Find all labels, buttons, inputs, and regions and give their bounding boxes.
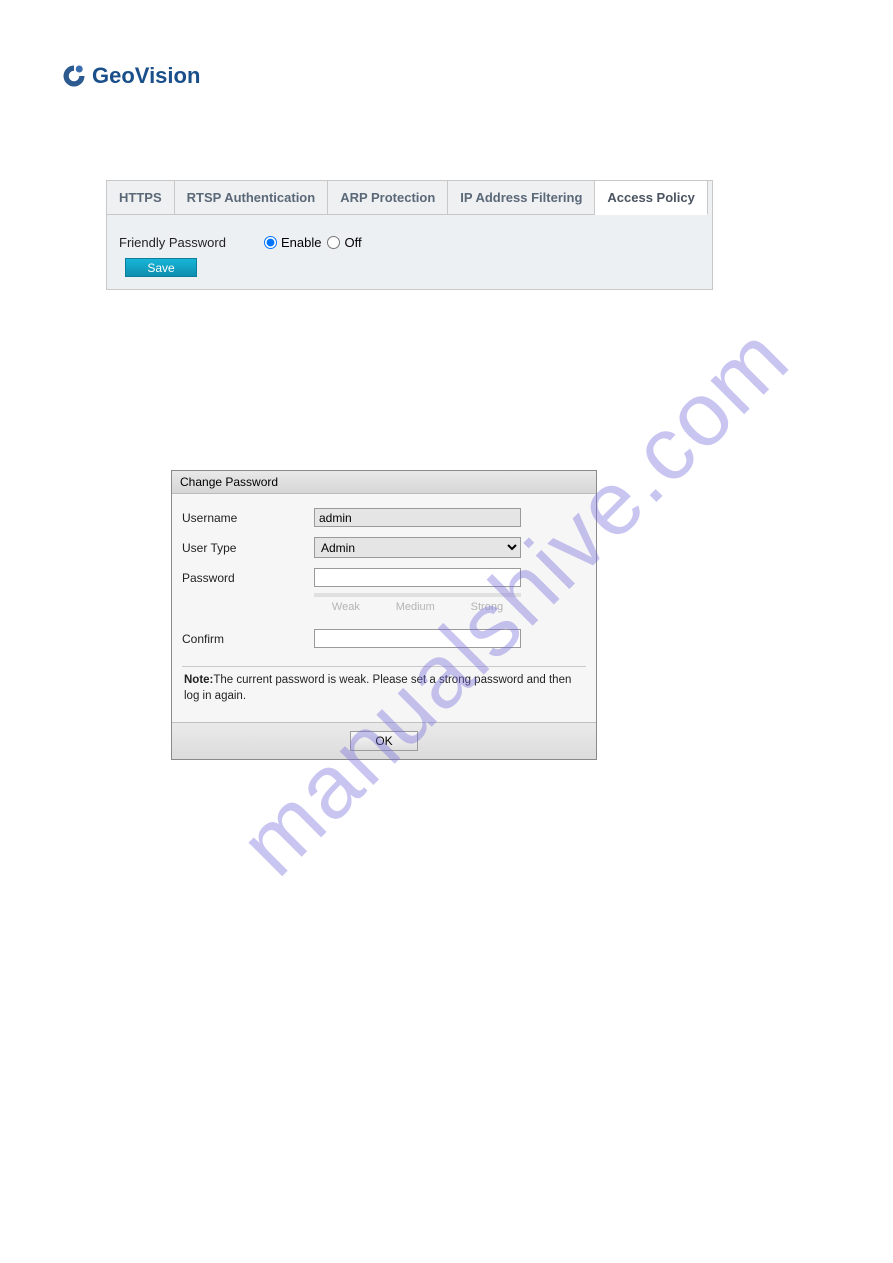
password-row: Password [182, 568, 586, 587]
strength-medium: Medium [396, 601, 435, 613]
tab-rtsp-authentication[interactable]: RTSP Authentication [175, 181, 329, 215]
username-label: Username [182, 511, 314, 525]
usertype-label: User Type [182, 541, 314, 555]
friendly-password-label: Friendly Password [119, 235, 264, 250]
enable-option[interactable]: Enable [264, 235, 321, 250]
usertype-row: User Type Admin [182, 537, 586, 558]
strength-strong: Strong [471, 601, 503, 613]
confirm-label: Confirm [182, 632, 314, 646]
tab-access-policy[interactable]: Access Policy [595, 181, 707, 215]
strength-labels: Weak Medium Strong [314, 601, 521, 613]
dialog-footer: OK [172, 722, 596, 759]
off-radio[interactable] [327, 236, 340, 249]
confirm-row: Confirm [182, 629, 586, 648]
dialog-divider [182, 666, 586, 667]
friendly-password-row: Friendly Password Enable Off [119, 235, 700, 250]
security-settings-panel: HTTPS RTSP Authentication ARP Protection… [106, 180, 713, 290]
confirm-input[interactable] [314, 629, 521, 648]
password-strength: Weak Medium Strong [314, 593, 586, 613]
password-input[interactable] [314, 568, 521, 587]
tab-content-access-policy: Friendly Password Enable Off Save [107, 215, 712, 289]
friendly-password-radio-group: Enable Off [264, 235, 362, 250]
ok-button[interactable]: OK [350, 731, 418, 751]
username-input [314, 508, 521, 527]
off-label: Off [344, 235, 361, 250]
off-option[interactable]: Off [327, 235, 361, 250]
username-row: Username [182, 508, 586, 527]
tab-https[interactable]: HTTPS [107, 181, 175, 215]
geovision-logo-icon [60, 62, 88, 90]
save-button[interactable]: Save [125, 258, 197, 277]
brand-name: GeoVision [92, 63, 200, 89]
brand-logo: GeoVision [60, 62, 200, 90]
note-bold: Note: [184, 674, 213, 686]
strength-bar [314, 593, 521, 597]
password-label: Password [182, 571, 314, 585]
change-password-dialog: Change Password Username User Type Admin… [171, 470, 597, 760]
enable-label: Enable [281, 235, 321, 250]
enable-radio[interactable] [264, 236, 277, 249]
tab-bar: HTTPS RTSP Authentication ARP Protection… [107, 181, 712, 215]
dialog-body: Username User Type Admin Password Weak M… [172, 494, 596, 722]
usertype-select[interactable]: Admin [314, 537, 521, 558]
dialog-note: Note:The current password is weak. Pleas… [182, 673, 586, 712]
note-text: The current password is weak. Please set… [184, 674, 571, 702]
dialog-title: Change Password [172, 471, 596, 494]
tab-ip-address-filtering[interactable]: IP Address Filtering [448, 181, 595, 215]
strength-weak: Weak [332, 601, 360, 613]
tab-arp-protection[interactable]: ARP Protection [328, 181, 448, 215]
